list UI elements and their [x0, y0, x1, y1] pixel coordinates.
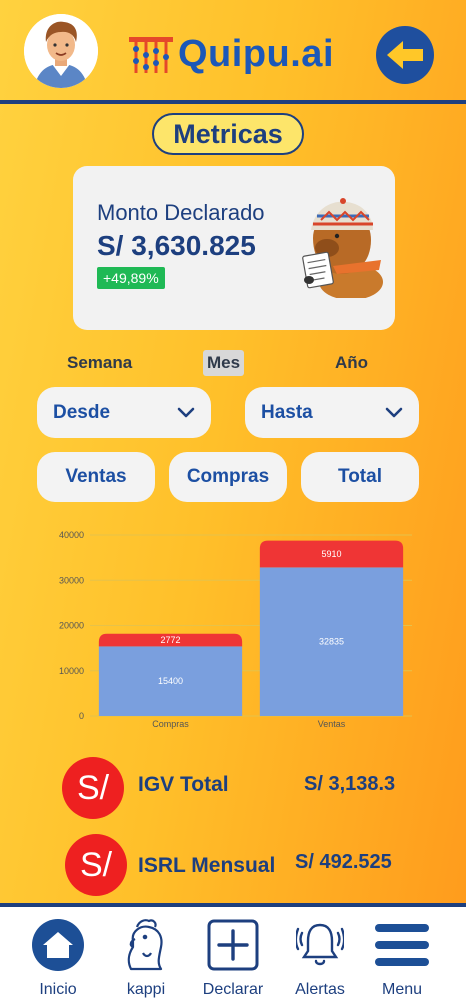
quipu-logo-icon: [129, 37, 173, 73]
from-date-select[interactable]: Desde: [37, 387, 211, 438]
nav-inicio-label: Inicio: [39, 981, 77, 998]
nav-menu-label: Menu: [381, 981, 423, 998]
nav-kappi-label: kappi: [126, 981, 166, 998]
logo-text: Quipu.ai: [178, 32, 334, 75]
hamburger-menu-icon: [374, 917, 430, 973]
sol-currency-icon: S/: [65, 834, 127, 896]
igv-total-label: IGV Total: [138, 773, 229, 796]
nav-alertas[interactable]: Alertas: [280, 917, 360, 1003]
summary-label: Monto Declarado: [97, 200, 265, 225]
isrl-mensual-value: S/ 492.525: [295, 851, 392, 873]
y-tick-label: 40000: [59, 530, 84, 540]
sol-currency-icon: S/: [62, 757, 124, 819]
y-tick-label: 0: [79, 711, 84, 721]
data-label: 2772: [160, 635, 180, 645]
chevron-down-icon: [177, 407, 195, 417]
y-tick-label: 30000: [59, 575, 84, 585]
nav-declarar[interactable]: Declarar: [193, 917, 273, 1003]
capybara-mascot-icon: [302, 198, 383, 298]
isrl-mensual-row: S/ ISRL Mensual S/ 492.525: [0, 834, 466, 896]
arrow-left-icon: [387, 41, 423, 69]
app-logo[interactable]: Quipu.ai: [128, 30, 334, 78]
y-tick-label: 20000: [59, 621, 84, 631]
nav-declarar-label: Declarar: [202, 981, 264, 998]
from-date-label: Desde: [53, 401, 111, 423]
to-date-label: Hasta: [261, 401, 313, 423]
home-icon: [30, 917, 86, 973]
bottom-navigation: Inicio kappi Declarar Alertas Menu: [0, 903, 466, 1008]
isrl-mensual-label: ISRL Mensual: [138, 854, 276, 877]
summary-amount: S/ 3,630.825: [97, 230, 256, 261]
header-divider: [0, 100, 466, 104]
nav-inicio[interactable]: Inicio: [18, 917, 98, 1003]
igv-total-row: S/ IGV Total S/ 3,138.3: [0, 757, 466, 819]
nav-kappi[interactable]: kappi: [106, 917, 186, 1003]
chevron-down-icon: [385, 407, 403, 417]
to-date-select[interactable]: Hasta: [245, 387, 419, 438]
avatar-illustration: [24, 14, 98, 88]
bell-icon: [292, 917, 348, 973]
segment-total-button[interactable]: Total: [301, 452, 419, 502]
nav-menu[interactable]: Menu: [362, 917, 442, 1003]
plus-square-icon: [205, 917, 261, 973]
page-title: Metricas: [152, 113, 304, 155]
change-badge: +49,89%: [97, 267, 165, 289]
period-tab-semana[interactable]: Semana: [67, 350, 132, 376]
data-label: 5910: [321, 549, 341, 559]
nav-alertas-label: Alertas: [295, 981, 345, 998]
segment-compras-button[interactable]: Compras: [169, 452, 287, 502]
x-tick-label: Ventas: [318, 719, 346, 729]
segment-ventas-button[interactable]: Ventas: [37, 452, 155, 502]
user-avatar[interactable]: [24, 14, 98, 88]
back-button[interactable]: [376, 26, 434, 84]
summary-card: Monto Declarado S/ 3,630.825 +49,89%: [73, 166, 395, 330]
stacked-bar-chart: 0 10000 20000 30000 40000 15400 2772 Compras 328…: [59, 530, 412, 729]
igv-total-value: S/ 3,138.3: [304, 773, 396, 795]
y-tick-label: 10000: [59, 666, 84, 676]
period-tab-ano[interactable]: Año: [335, 350, 368, 376]
data-label: 15400: [158, 676, 183, 686]
x-tick-label: Compras: [152, 719, 189, 729]
data-label: 32835: [319, 637, 344, 647]
app-header: Quipu.ai: [0, 0, 466, 104]
period-tab-mes[interactable]: Mes: [203, 350, 245, 376]
capybara-icon: [118, 917, 174, 973]
